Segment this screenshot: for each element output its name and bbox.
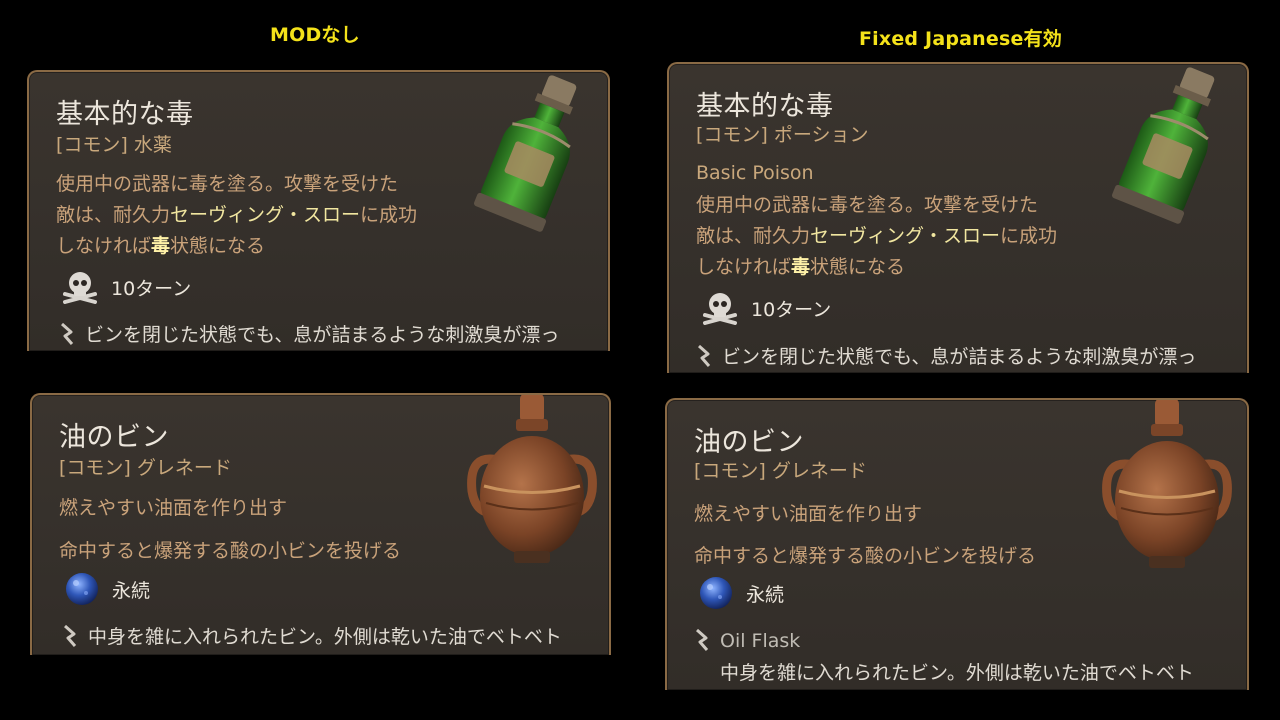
item-description: 使用中の武器に毒を塗る。攻撃を受けた 敵は、耐久力セーヴィング・スローに成功 し… — [696, 190, 1057, 283]
description-line-1: 使用中の武器に毒を塗る。攻撃を受けた — [56, 173, 399, 195]
item-effect-1: 燃えやすい油面を作り出す — [59, 497, 288, 519]
duration-row: 永続 — [698, 575, 784, 611]
item-english-name: Basic Poison — [696, 162, 814, 184]
item-rarity: [コモン] グレネード — [59, 457, 232, 479]
flavor-row: Oil Flask 中身を雑に入れられたビン。外側は乾いた油でベトベト — [694, 628, 1194, 686]
poisoned-condition-link[interactable]: 毒 — [791, 256, 810, 278]
oil-jar-image — [467, 395, 597, 563]
duration-text: 10ターン — [111, 277, 192, 300]
flavor-text: 中身を雑に入れられたビン。外側は乾いた油でベトベト — [720, 662, 1194, 684]
item-name: 油のビン — [694, 427, 804, 458]
description-text: しなければ — [696, 256, 792, 278]
item-name: 基本的な毒 — [696, 91, 834, 122]
poison-bottle-image — [1112, 67, 1215, 224]
blue-orb-icon — [700, 577, 732, 609]
tooltip-basic-poison-fixed: 基本的な毒 [コモン] ポーション Basic Poison 使用中の武器に毒を… — [667, 62, 1249, 373]
flavor-text: ビンを閉じた状態でも、息が詰まるような刺激臭が漂っ — [722, 346, 1197, 368]
oil-jar-image — [1102, 400, 1232, 568]
flavor-row: ビンを閉じた状態でも、息が詰まるような刺激臭が漂っ — [696, 344, 1196, 370]
flavor-text: ビンを閉じた状態でも、息が詰まるような刺激臭が漂っ — [85, 324, 560, 346]
item-rarity: [コモン] 水薬 — [56, 134, 172, 156]
description-text: に成功 — [360, 204, 418, 226]
item-rarity: [コモン] ポーション — [696, 124, 869, 146]
item-effect-2: 命中すると爆発する酸の小ビンを投げる — [694, 545, 1037, 567]
description-text: に成功 — [1000, 225, 1058, 247]
description-line-2: 敵は、耐久力セーヴィング・スローに成功 — [56, 200, 417, 231]
duration-text: 10ターン — [751, 298, 832, 321]
duration-row: 10ターン — [701, 291, 831, 325]
flavor-text: 中身を雑に入れられたビン。外側は乾いた油でベトベト — [88, 626, 562, 648]
description-line-3: しなければ毒状態になる — [696, 252, 1057, 283]
item-rarity: [コモン] グレネード — [694, 460, 867, 482]
tooltip-basic-poison-nomod: 基本的な毒 [コモン] 水薬 使用中の武器に毒を塗る。攻撃を受けた 敵は、耐久力… — [27, 70, 610, 351]
item-name: 油のビン — [59, 422, 169, 453]
poisoned-condition-link[interactable]: 毒 — [151, 235, 170, 257]
item-description: 使用中の武器に毒を塗る。攻撃を受けた 敵は、耐久力セーヴィング・スローに成功 し… — [56, 169, 417, 262]
poison-bottle-image — [474, 75, 577, 232]
blue-orb-icon — [66, 573, 98, 605]
left-column-title: MODなし — [270, 24, 360, 46]
item-effect-1: 燃えやすい油面を作り出す — [694, 503, 923, 525]
duration-row: 永続 — [64, 571, 150, 607]
description-text: 敵は、耐久力 — [56, 204, 171, 226]
description-text: 敵は、耐久力 — [696, 225, 811, 247]
item-name: 基本的な毒 — [56, 99, 194, 130]
flavor-block: Oil Flask 中身を雑に入れられたビン。外側は乾いた油でベトベト — [720, 628, 1194, 686]
tooltip-oil-flask-fixed: 油のビン [コモン] グレネード 燃えやすい油面を作り出す 命中すると爆発する酸… — [665, 398, 1249, 690]
flavor-row: ビンを閉じた状態でも、息が詰まるような刺激臭が漂っ — [59, 322, 559, 348]
description-text: 状態になる — [810, 256, 906, 278]
description-line-3: しなければ毒状態になる — [56, 231, 417, 262]
description-line-1: 使用中の武器に毒を塗る。攻撃を受けた — [696, 194, 1039, 216]
skull-crossbones-icon — [703, 293, 737, 325]
quill-icon — [64, 624, 77, 647]
duration-text: 永続 — [112, 579, 151, 602]
duration-row: 10ターン — [61, 270, 191, 304]
duration-text: 永続 — [746, 583, 785, 606]
quill-icon — [61, 322, 74, 345]
tooltip-oil-flask-nomod: 油のビン [コモン] グレネード 燃えやすい油面を作り出す 命中すると爆発する酸… — [30, 393, 611, 655]
saving-throw-link[interactable]: セーヴィング・スロー — [810, 225, 1000, 247]
skull-crossbones-icon — [63, 272, 97, 304]
right-column-title: Fixed Japanese有効 — [859, 28, 1062, 50]
description-text: しなければ — [56, 235, 152, 257]
saving-throw-link[interactable]: セーヴィング・スロー — [170, 204, 360, 226]
description-line-2: 敵は、耐久力セーヴィング・スローに成功 — [696, 221, 1057, 252]
item-effect-2: 命中すると爆発する酸の小ビンを投げる — [59, 540, 402, 562]
flavor-english-name: Oil Flask — [720, 630, 801, 652]
description-text: 状態になる — [170, 235, 266, 257]
flavor-row: 中身を雑に入れられたビン。外側は乾いた油でベトベト — [62, 624, 562, 650]
quill-icon — [696, 628, 709, 651]
quill-icon — [698, 344, 711, 367]
